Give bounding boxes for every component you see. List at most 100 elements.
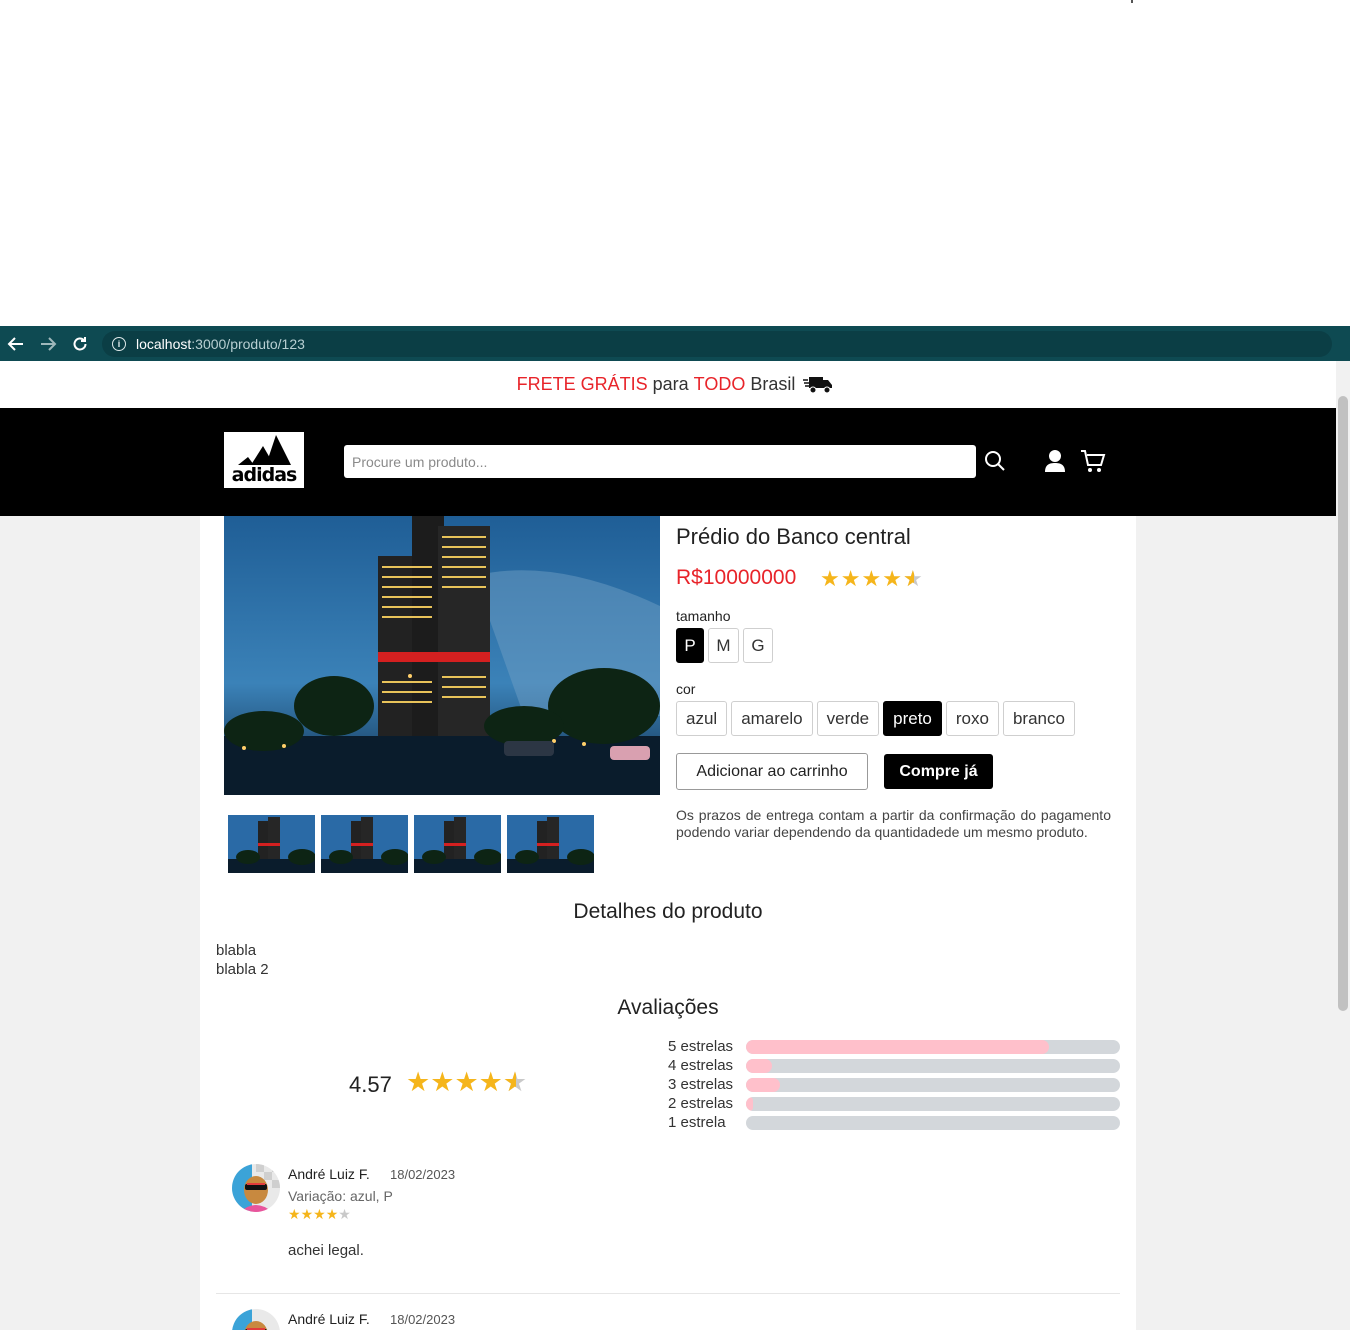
site-header: adidas bbox=[0, 408, 1336, 516]
page-viewport: FRETE GRÁTIS para TODO Brasil adidas Pro… bbox=[0, 361, 1350, 1330]
thumbnail-image[interactable] bbox=[228, 815, 315, 873]
average-rating: 4.57 bbox=[349, 1072, 392, 1097]
rating-bar-row: 1 estrela bbox=[668, 1114, 1120, 1131]
review-item: André Luiz F. 18/02/2023 Variação: azul,… bbox=[232, 1164, 1112, 1284]
adidas-stripes-icon bbox=[238, 435, 291, 465]
scrollbar[interactable] bbox=[1336, 361, 1350, 1330]
announce-free-shipping: FRETE GRÁTIS bbox=[516, 374, 648, 394]
color-option-azul[interactable]: azul bbox=[676, 701, 728, 736]
url-host: localhost bbox=[136, 335, 192, 352]
info-icon[interactable]: i bbox=[112, 336, 126, 351]
review-date: 18/02/2023 bbox=[390, 1167, 456, 1182]
url-path: :3000/produto/123 bbox=[191, 335, 305, 352]
color-option-branco[interactable]: branco bbox=[1002, 701, 1075, 736]
scrollbar-thumb[interactable] bbox=[1338, 396, 1348, 1011]
size-option-m[interactable]: M bbox=[708, 628, 739, 663]
rating-bar-row: 4 estrelas bbox=[668, 1057, 1120, 1074]
rating-bar-track bbox=[746, 1078, 1120, 1092]
details-title: Detalhes do produto bbox=[573, 900, 763, 923]
review-item: André Luiz F. 18/02/2023 bbox=[232, 1309, 1112, 1330]
star-icon: ★ bbox=[478, 1067, 503, 1097]
thumbnail-strip bbox=[228, 815, 594, 873]
rating-bar-track bbox=[746, 1097, 1120, 1111]
arrow-right-icon bbox=[41, 336, 57, 351]
size-option-p[interactable]: P bbox=[676, 628, 704, 663]
thumbnail-image[interactable] bbox=[507, 815, 594, 873]
color-options: azul amarelo verde preto roxo branco bbox=[676, 701, 1075, 736]
buy-now-button[interactable]: Compre já bbox=[884, 754, 993, 789]
size-options: P M G bbox=[676, 628, 773, 663]
reload-icon bbox=[73, 336, 87, 350]
reviews-title: Avaliações bbox=[617, 996, 719, 1019]
announce-brasil: Brasil bbox=[745, 374, 796, 394]
reviewer-name: André Luiz F. bbox=[288, 1166, 370, 1182]
star-icon: ★ bbox=[454, 1067, 479, 1097]
browser-toolbar: i localhost:3000/produto/123 bbox=[0, 326, 1350, 361]
rating-bar-label: 5 estrelas bbox=[668, 1038, 734, 1055]
rating-bar-label: 3 estrelas bbox=[668, 1076, 734, 1093]
product-main-image[interactable] bbox=[224, 516, 660, 795]
size-label: tamanho bbox=[676, 608, 731, 624]
rating-bar-track bbox=[746, 1040, 1120, 1054]
star-icon: ★ bbox=[430, 1067, 455, 1097]
rating-bar-row: 3 estrelas bbox=[668, 1076, 1120, 1093]
rating-bar-label: 4 estrelas bbox=[668, 1057, 734, 1074]
search-icon[interactable] bbox=[982, 448, 1008, 474]
color-option-amarelo[interactable]: amarelo bbox=[731, 701, 813, 736]
detail-line: blabla bbox=[216, 942, 257, 959]
address-bar[interactable]: i localhost:3000/produto/123 bbox=[102, 330, 1332, 357]
half-star-icon: ★ ★ bbox=[502, 1067, 528, 1097]
average-rating-stars: ★★★★★ ★ bbox=[406, 1067, 527, 1098]
stray-dot bbox=[1131, 0, 1133, 3]
review-stars: ★★★★★ bbox=[288, 1206, 351, 1223]
star-icon: ★ bbox=[288, 1206, 301, 1222]
star-icon: ★ bbox=[861, 566, 883, 591]
reviewer-name: André Luiz F. bbox=[288, 1311, 370, 1327]
reload-button[interactable] bbox=[64, 326, 96, 361]
truck-icon bbox=[803, 376, 833, 393]
rating-bar-fill bbox=[746, 1078, 780, 1092]
rating-bar-fill bbox=[746, 1097, 754, 1111]
star-icon: ★ bbox=[300, 1206, 314, 1222]
product-price: R$10000000 bbox=[676, 566, 797, 589]
review-date: 18/02/2023 bbox=[390, 1312, 456, 1327]
forward-button[interactable] bbox=[32, 326, 64, 361]
star-icon: ★ bbox=[325, 1206, 339, 1222]
product-rating-stars: ★★★★★ ★ bbox=[820, 566, 924, 592]
color-option-roxo[interactable]: roxo bbox=[945, 701, 999, 736]
color-option-preto[interactable]: preto bbox=[883, 701, 942, 736]
rating-bar-fill bbox=[746, 1059, 773, 1073]
announce-todo: TODO bbox=[693, 374, 746, 394]
rating-bar-label: 1 estrela bbox=[668, 1114, 726, 1131]
rating-bar-track bbox=[746, 1059, 1120, 1073]
review-text: achei legal. bbox=[288, 1242, 364, 1259]
announce-para: para bbox=[647, 374, 694, 394]
color-option-verde[interactable]: verde bbox=[816, 701, 880, 736]
detail-line: blabla 2 bbox=[216, 961, 269, 978]
color-label: cor bbox=[676, 681, 696, 697]
star-icon: ★ bbox=[820, 566, 841, 591]
half-star-icon: ★ ★ bbox=[902, 566, 924, 591]
search-input[interactable] bbox=[344, 445, 976, 478]
cart-icon[interactable] bbox=[1080, 448, 1106, 474]
back-button[interactable] bbox=[0, 326, 32, 361]
avatar bbox=[232, 1164, 280, 1212]
empty-star-icon: ★ bbox=[338, 1206, 351, 1222]
review-variation: Variação: azul, P bbox=[288, 1188, 393, 1204]
rating-bar-fill bbox=[746, 1040, 1049, 1054]
rating-bar-row: 2 estrelas bbox=[668, 1095, 1120, 1112]
star-icon: ★ bbox=[406, 1067, 431, 1097]
user-icon[interactable] bbox=[1042, 448, 1068, 474]
brand-logo[interactable]: adidas bbox=[224, 432, 304, 488]
thumbnail-image[interactable] bbox=[321, 815, 408, 873]
avatar bbox=[232, 1309, 280, 1330]
announcement-bar: FRETE GRÁTIS para TODO Brasil bbox=[0, 361, 1350, 408]
star-icon: ★ bbox=[840, 566, 862, 591]
delivery-note: Os prazos de entrega contam a partir da … bbox=[676, 807, 1111, 840]
add-to-cart-button[interactable]: Adicionar ao carrinho bbox=[676, 753, 868, 790]
star-icon: ★ bbox=[882, 566, 903, 591]
rating-bar-track bbox=[746, 1116, 1120, 1130]
thumbnail-image[interactable] bbox=[414, 815, 501, 873]
review-divider bbox=[216, 1293, 1120, 1294]
size-option-g[interactable]: G bbox=[743, 628, 773, 663]
